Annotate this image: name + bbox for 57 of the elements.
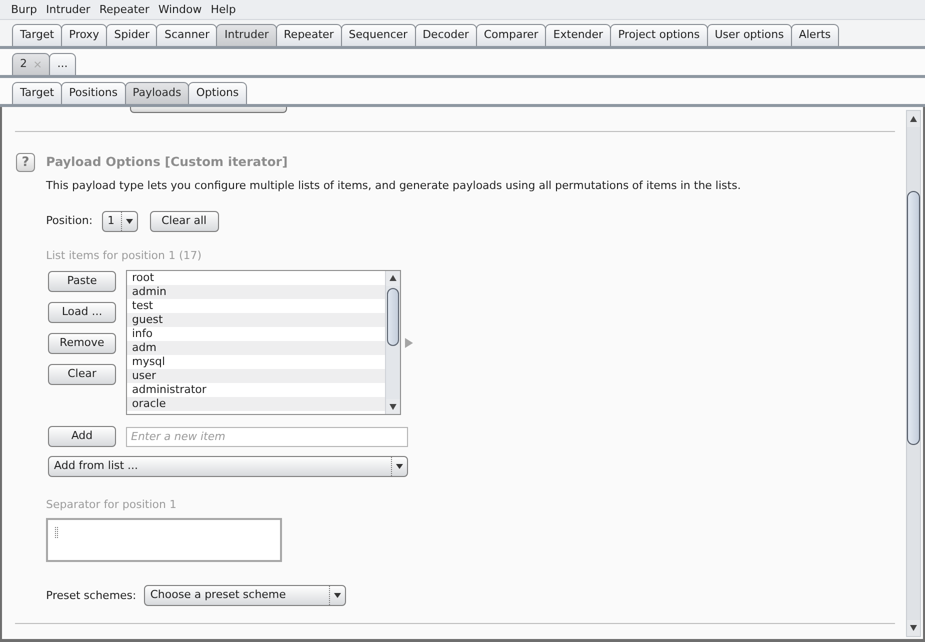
right-triangle-icon xyxy=(405,338,413,348)
tab[interactable]: Comparer xyxy=(476,24,546,46)
position-dropdown[interactable]: 1 xyxy=(102,210,138,232)
new-item-field[interactable]: Enter a new item xyxy=(126,426,408,446)
list-item[interactable]: admin xyxy=(127,285,385,299)
add-from-list-dropdown[interactable]: Add from list ... xyxy=(48,456,408,477)
list-label: List items for position 1 (17) xyxy=(46,249,203,263)
caret-down-icon xyxy=(334,593,342,598)
list-item[interactable]: guest xyxy=(127,313,385,327)
list-item[interactable]: user xyxy=(127,369,385,383)
menu-item[interactable]: Intruder xyxy=(46,2,90,16)
tab[interactable]: Payloads xyxy=(124,82,190,104)
text-caret-icon xyxy=(55,527,58,538)
tab[interactable]: Proxy xyxy=(61,24,108,46)
tab[interactable]: Extender xyxy=(545,24,612,46)
list-item[interactable]: adm xyxy=(127,341,385,355)
tab[interactable]: Positions xyxy=(61,82,126,104)
clear-button[interactable]: Clear xyxy=(48,364,116,385)
scrollbar-thumb[interactable] xyxy=(907,191,920,445)
description: This payload type lets you configure multiple lists of items, and generate payloads using all permutations of items in the lists. xyxy=(46,179,742,193)
preset-dropdown[interactable]: Choose a preset scheme xyxy=(144,585,346,606)
load-button[interactable]: Load ... xyxy=(48,302,116,323)
scrollbar[interactable] xyxy=(906,110,921,637)
section-title: Payload Options [Custom iterator] xyxy=(46,154,288,170)
separator-field[interactable] xyxy=(46,518,282,562)
separator-label: Separator for position 1 xyxy=(46,498,178,512)
menu-item[interactable]: Window xyxy=(158,2,202,16)
tab[interactable]: Alerts xyxy=(790,24,839,46)
scrollbar-thumb[interactable] xyxy=(387,288,399,346)
tab[interactable]: Target xyxy=(12,82,62,104)
menu-item[interactable]: Burp xyxy=(11,2,38,16)
caret-down-icon xyxy=(396,464,403,469)
help-button[interactable]: ? xyxy=(16,152,35,172)
tab[interactable]: Options xyxy=(188,82,247,104)
tab[interactable]: Repeater xyxy=(276,24,342,46)
menu-item[interactable]: Repeater xyxy=(99,2,150,16)
tab[interactable]: ... xyxy=(49,53,76,75)
tab[interactable]: Scanner xyxy=(156,24,218,46)
tab[interactable]: Decoder xyxy=(414,24,477,46)
tab[interactable]: User options xyxy=(706,24,792,46)
list-scrollbar[interactable] xyxy=(385,271,400,414)
add-button[interactable]: Add xyxy=(48,426,116,447)
paste-button[interactable]: Paste xyxy=(48,271,116,292)
caret-down-icon xyxy=(126,218,133,224)
tab[interactable]: Sequencer xyxy=(340,24,416,46)
clear-all-button[interactable]: Clear all xyxy=(150,210,219,232)
position-label: Position: xyxy=(46,214,93,228)
dropdown-edge[interactable] xyxy=(130,107,287,113)
tab[interactable]: Project options xyxy=(610,24,708,46)
remove-button[interactable]: Remove xyxy=(48,333,116,354)
tab[interactable]: Intruder xyxy=(216,24,277,46)
menu-item[interactable]: Help xyxy=(210,2,236,16)
preset-label: Preset schemes: xyxy=(46,588,136,602)
tab[interactable]: 2 × xyxy=(12,53,50,75)
tab[interactable]: Target xyxy=(12,24,62,46)
tab[interactable]: Spider xyxy=(106,24,158,46)
list-item[interactable]: oracle xyxy=(127,397,385,411)
